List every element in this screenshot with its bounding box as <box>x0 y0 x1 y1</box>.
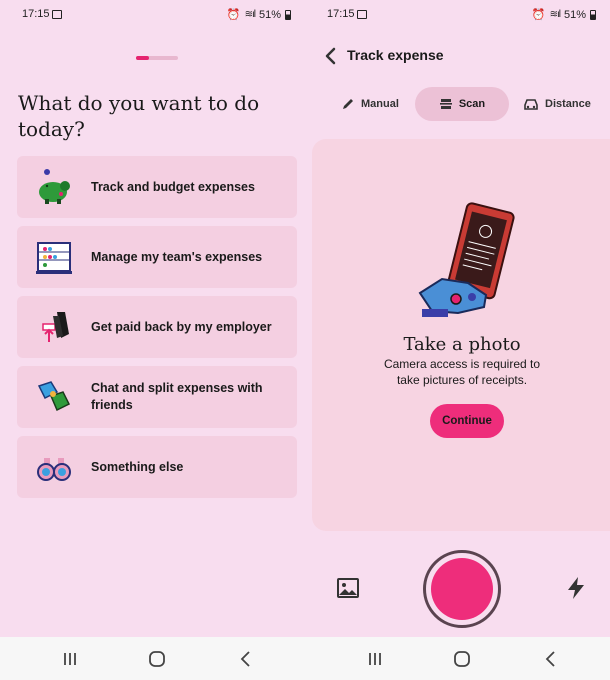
battery-percent: 51% <box>258 8 281 21</box>
option-label: Get paid back by my employer <box>91 319 272 334</box>
header: Track expense <box>305 44 610 68</box>
gallery-icon[interactable] <box>337 577 359 599</box>
page-title: Track expense <box>347 47 444 63</box>
continue-button[interactable]: Continue <box>430 404 504 438</box>
nav-group-left <box>0 637 305 680</box>
scan-title: Take a photo <box>403 334 521 355</box>
piggy-bank-icon <box>39 169 70 204</box>
camera-controls <box>305 548 610 628</box>
back-icon[interactable] <box>541 649 561 669</box>
option-list: Track and budget expenses Manage my team… <box>17 156 297 506</box>
tab-label: Scan <box>458 98 486 110</box>
gallery-notification-icon <box>357 10 367 19</box>
shutter-inner <box>431 558 493 620</box>
shutter-button[interactable] <box>423 550 501 628</box>
status-bar: 17:15 ⏰ ≋ıl 51% <box>305 8 610 24</box>
option-label: Something else <box>91 459 184 474</box>
option-manage-team[interactable]: Manage my team's expenses <box>17 226 297 288</box>
status-icons: ⏰ ≋ıl 51% <box>532 8 596 21</box>
page-title: What do you want to do today? <box>18 91 260 141</box>
progress-fill <box>136 56 149 60</box>
option-get-paid-back[interactable]: Get paid back by my employer <box>17 296 297 358</box>
wifi-signal-icon: ≋ıl <box>549 9 561 20</box>
tab-manual[interactable]: Manual <box>341 87 399 121</box>
option-label: Chat and split expenses with friends <box>91 381 263 412</box>
option-chat-split[interactable]: Chat and split expenses with friends <box>17 366 297 428</box>
onboarding-progress <box>136 56 178 60</box>
battery-percent: 51% <box>563 8 586 21</box>
mode-tabs: Manual Scan Distance <box>305 87 610 121</box>
option-label: Track and budget expenses <box>91 179 255 194</box>
back-arrow-icon[interactable] <box>321 46 341 66</box>
phone-receipt-illustration <box>418 202 515 317</box>
tab-distance[interactable]: Distance <box>523 87 591 121</box>
gallery-notification-icon <box>52 10 62 19</box>
status-time: 17:15 <box>327 8 355 20</box>
system-nav-bar <box>0 637 610 680</box>
track-expense-screen: 17:15 ⏰ ≋ıl 51% Track expense Manual Sca… <box>305 0 610 637</box>
battery-icon <box>590 9 596 20</box>
home-icon[interactable] <box>147 649 167 669</box>
battery-icon <box>285 9 291 20</box>
wifi-signal-icon: ≋ıl <box>244 9 256 20</box>
onboarding-screen: 17:15 ⏰ ≋ıl 51% What do you want to do t… <box>0 0 305 637</box>
option-track-budget[interactable]: Track and budget expenses <box>17 156 297 218</box>
car-icon <box>524 99 538 110</box>
home-icon[interactable] <box>452 649 472 669</box>
option-something-else[interactable]: Something else <box>17 436 297 498</box>
tab-label: Distance <box>545 98 591 110</box>
option-label: Manage my team's expenses <box>91 249 263 264</box>
back-icon[interactable] <box>236 649 256 669</box>
status-bar: 17:15 ⏰ ≋ıl 51% <box>0 8 305 24</box>
pencil-icon <box>343 99 353 109</box>
flash-icon[interactable] <box>565 576 587 600</box>
alarm-icon: ⏰ <box>226 9 241 21</box>
nav-group-right <box>305 637 610 680</box>
recent-apps-icon[interactable] <box>60 649 80 669</box>
receipt-scan-icon <box>439 99 452 109</box>
binoculars-icon <box>37 458 71 481</box>
scan-description: Camera access is required to take pictur… <box>383 357 541 387</box>
status-icons: ⏰ ≋ıl 51% <box>227 8 291 21</box>
alarm-icon: ⏰ <box>531 9 546 21</box>
status-time: 17:15 <box>22 8 50 20</box>
scan-card: Take a photo Camera access is required t… <box>312 139 610 531</box>
abacus-icon <box>36 242 72 274</box>
recent-apps-icon[interactable] <box>365 649 385 669</box>
tab-label: Manual <box>361 98 399 110</box>
tab-scan[interactable]: Scan <box>415 87 509 121</box>
high-five-icon <box>37 381 71 412</box>
hands-money-icon <box>42 312 69 342</box>
